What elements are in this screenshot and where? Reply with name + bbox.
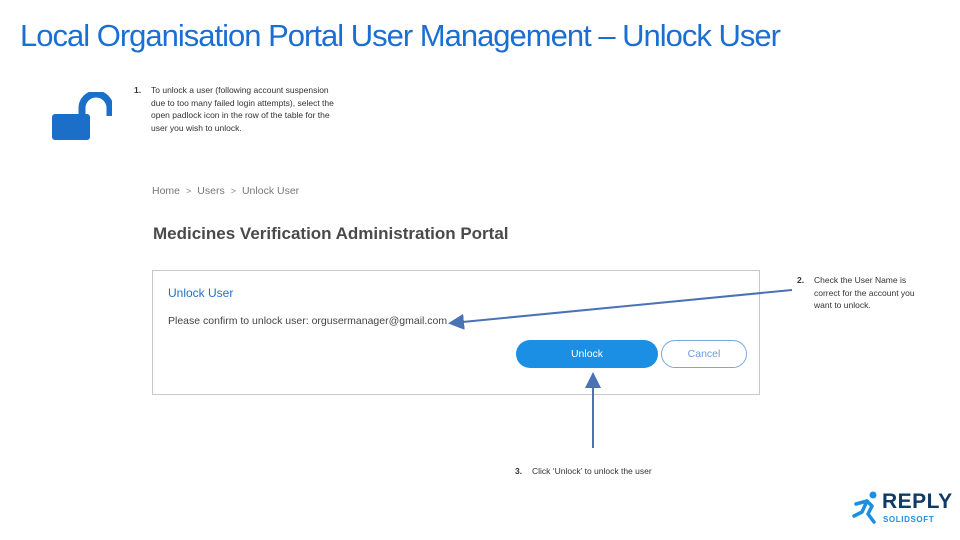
chevron-right-icon: > xyxy=(186,186,192,196)
step-3-text: Click ‘Unlock’ to unlock the user xyxy=(532,466,652,476)
slide-title: Local Organisation Portal User Managemen… xyxy=(20,18,781,53)
dialog-message: Please confirm to unlock user: orguserma… xyxy=(168,315,448,327)
breadcrumb: Home > Users > Unlock User xyxy=(152,185,299,197)
open-padlock-icon xyxy=(52,92,112,140)
step-1-instruction: 1. To unlock a user (following account s… xyxy=(134,84,334,134)
step-3-instruction: 3. Click ‘Unlock’ to unlock the user xyxy=(515,465,715,478)
chevron-right-icon: > xyxy=(230,186,236,196)
step-2-number: 2. xyxy=(797,275,805,285)
portal-title: Medicines Verification Administration Po… xyxy=(153,224,509,243)
cancel-button[interactable]: Cancel xyxy=(661,340,747,368)
breadcrumb-home[interactable]: Home xyxy=(152,185,180,197)
unlock-button[interactable]: Unlock xyxy=(516,340,658,368)
dialog-title: Unlock User xyxy=(168,286,234,300)
step-1-number: 1. xyxy=(134,85,142,95)
running-figure-icon xyxy=(852,491,877,524)
reply-solidsoft-logo: REPLY SOLIDSOFT xyxy=(850,490,953,530)
step-2-instruction: 2. Check the User Name is correct for th… xyxy=(797,274,917,312)
step-1-text: To unlock a user (following account susp… xyxy=(151,85,334,133)
logo-wordmark: REPLY xyxy=(882,490,953,513)
breadcrumb-unlock-user: Unlock User xyxy=(241,185,300,197)
step-3-number: 3. xyxy=(515,466,523,476)
unlock-user-dialog: Unlock User Please confirm to unlock use… xyxy=(152,270,760,395)
step-2-text: Check the User Name is correct for the a… xyxy=(814,275,915,310)
logo-subtitle: SOLIDSOFT xyxy=(883,515,935,524)
breadcrumb-users[interactable]: Users xyxy=(197,185,224,197)
